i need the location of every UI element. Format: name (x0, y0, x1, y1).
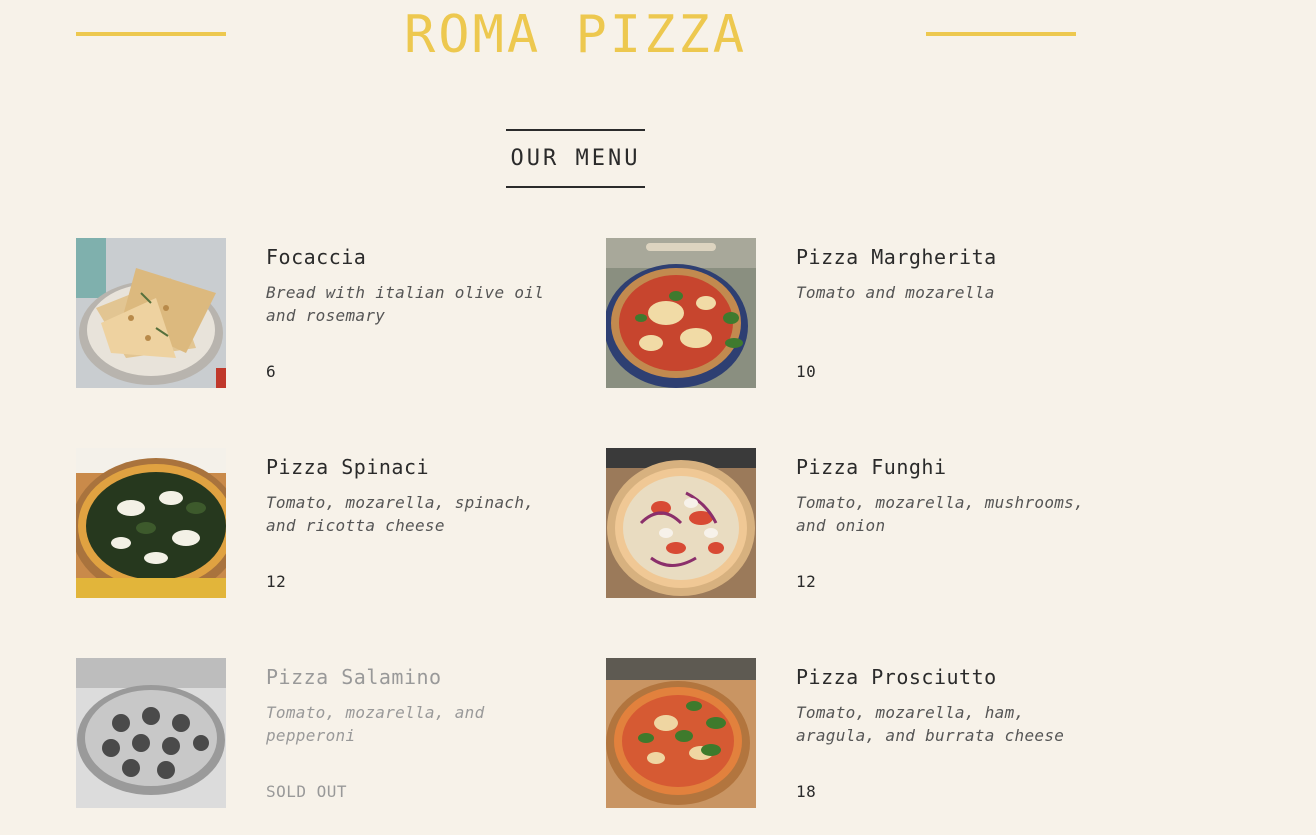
item-description: Bread with italian olive oil and rosemar… (266, 283, 545, 325)
item-description: Tomato, mozarella, mushrooms, and onion (796, 493, 1085, 535)
margherita-photo (606, 238, 756, 388)
menu-item-salamino: Pizza Salamino Tomato, mozarella, and pe… (76, 658, 596, 808)
item-price: 6 (266, 362, 277, 381)
item-description: Tomato, mozarella, ham, aragula, and bur… (796, 703, 1065, 745)
item-price: 12 (796, 572, 817, 591)
item-description: Tomato, mozarella, spinach, and ricotta … (266, 493, 535, 535)
item-price: 12 (266, 572, 287, 591)
item-price: 18 (796, 782, 817, 801)
menu-item-focaccia: Focaccia Bread with italian olive oil an… (76, 238, 596, 388)
menu-heading: OUR MENU (506, 129, 645, 188)
item-name: Pizza Salamino (266, 665, 442, 689)
funghi-photo (606, 448, 756, 598)
focaccia-photo (76, 238, 226, 388)
brand-title: ROMA PIZZA (403, 5, 748, 65)
salamino-photo (76, 658, 226, 808)
menu-item-spinaci: Pizza Spinaci Tomato, mozarella, spinach… (76, 448, 596, 598)
sold-out-label: SOLD OUT (266, 782, 348, 801)
item-price: 10 (796, 362, 817, 381)
item-name: Pizza Margherita (796, 245, 997, 269)
item-name: Pizza Prosciutto (796, 665, 997, 689)
item-description: Tomato and mozarella (796, 283, 995, 302)
item-description: Tomato, mozarella, and pepperoni (266, 703, 485, 745)
spinaci-photo (76, 448, 226, 598)
item-name: Pizza Spinaci (266, 455, 430, 479)
item-name: Pizza Funghi (796, 455, 947, 479)
menu-item-prosciutto: Pizza Prosciutto Tomato, mozarella, ham,… (606, 658, 1126, 808)
item-name: Focaccia (266, 245, 367, 269)
menu-item-funghi: Pizza Funghi Tomato, mozarella, mushroom… (606, 448, 1126, 598)
menu-item-margherita: Pizza Margherita Tomato and mozarella 10 (606, 238, 1126, 388)
prosciutto-photo (606, 658, 756, 808)
